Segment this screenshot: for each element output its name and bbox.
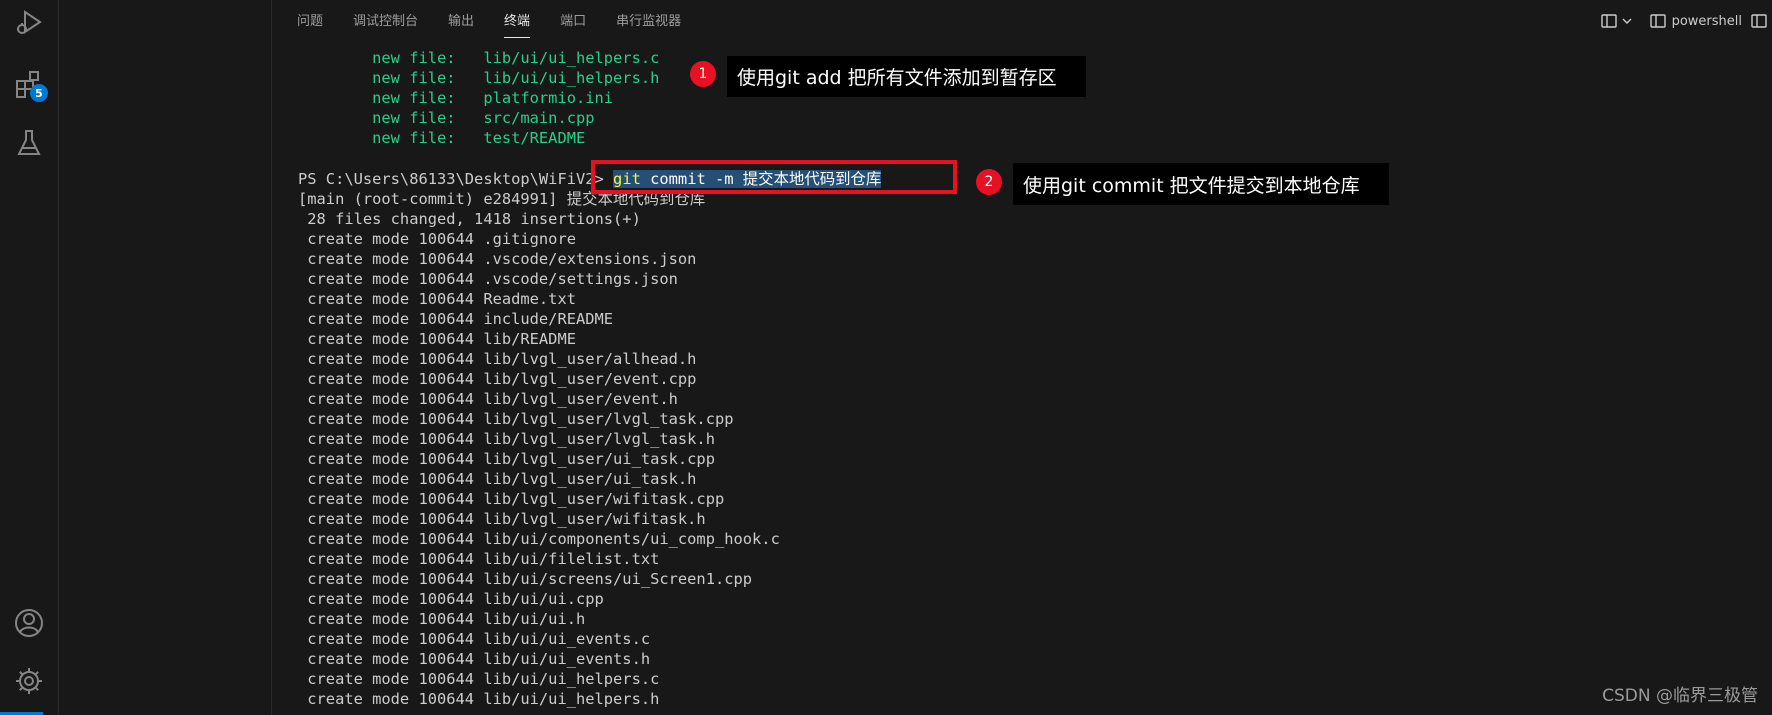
terminal-line: create mode 100644 lib/lvgl_user/lvgl_ta… bbox=[298, 430, 715, 448]
split-layout-icon bbox=[1600, 14, 1617, 28]
terminal-line: create mode 100644 lib/ui/ui_helpers.c bbox=[298, 670, 660, 688]
sidebar bbox=[59, 0, 272, 715]
terminal-line: create mode 100644 lib/lvgl_user/event.c… bbox=[298, 370, 697, 388]
terminal-line: create mode 100644 .vscode/extensions.js… bbox=[298, 250, 697, 268]
activity-bar: 5 bbox=[0, 0, 59, 715]
panel-layout-icon bbox=[1751, 14, 1767, 28]
terminal-prompt: PS C:\Users\86133\Desktop\WiFiV2> bbox=[298, 170, 614, 188]
tab-debug-console[interactable]: 调试控制台 bbox=[353, 0, 418, 42]
terminal-layout-icon bbox=[1649, 14, 1666, 28]
terminal-line: create mode 100644 .vscode/settings.json bbox=[298, 270, 678, 288]
testing-flask-icon[interactable] bbox=[12, 126, 46, 160]
terminal-line: create mode 100644 lib/README bbox=[298, 330, 576, 348]
step-2-callout: 使用git commit 把文件提交到本地仓库 bbox=[1013, 163, 1389, 205]
tab-terminal[interactable]: 终端 bbox=[504, 0, 531, 42]
terminal-instance-powershell[interactable]: powershell bbox=[1649, 12, 1742, 30]
run-debug-icon[interactable] bbox=[12, 6, 46, 40]
terminal-output[interactable]: new file: lib/ui/ui_helpers.c new file: … bbox=[298, 48, 1738, 709]
terminal-line: create mode 100644 lib/ui/ui_events.h bbox=[298, 650, 651, 668]
account-icon[interactable] bbox=[12, 606, 46, 640]
terminal-line: create mode 100644 lib/ui/components/ui_… bbox=[298, 530, 780, 548]
tab-ports[interactable]: 端口 bbox=[560, 0, 586, 42]
step-2-marker: 2 bbox=[976, 169, 1002, 195]
chevron-down-icon bbox=[1622, 18, 1632, 24]
toggle-panel-button[interactable] bbox=[1750, 12, 1768, 30]
terminal-line: create mode 100644 lib/ui/ui_events.c bbox=[298, 630, 651, 648]
terminal-line: create mode 100644 lib/ui/ui.cpp bbox=[298, 590, 604, 608]
settings-gear-icon[interactable] bbox=[12, 664, 46, 698]
command-highlight-box bbox=[591, 160, 957, 194]
terminal-line: 28 files changed, 1418 insertions(+) bbox=[298, 210, 641, 228]
watermark: CSDN @临界三极管 bbox=[1602, 686, 1758, 706]
terminal-line: create mode 100644 lib/lvgl_user/ui_task… bbox=[298, 450, 715, 468]
terminal-line: create mode 100644 lib/lvgl_user/wifitas… bbox=[298, 510, 706, 528]
tab-serial-monitor[interactable]: 串行监视器 bbox=[616, 0, 681, 42]
step-1-marker: 1 bbox=[690, 61, 716, 87]
terminal-line: new file: test/README bbox=[298, 129, 586, 147]
panel-actions: powershell bbox=[1590, 0, 1772, 42]
terminal-line: new file: src/main.cpp bbox=[298, 109, 595, 127]
terminal-panel: 问题 调试控制台 输出 终端 端口 串行监视器 powershell new f… bbox=[272, 0, 1772, 715]
terminal-line: create mode 100644 lib/lvgl_user/ui_task… bbox=[298, 470, 697, 488]
panel-tabs: 问题 调试控制台 输出 终端 端口 串行监视器 bbox=[297, 0, 711, 42]
step-1-callout: 使用git add 把所有文件添加到暂存区 bbox=[727, 56, 1086, 97]
terminal-line: create mode 100644 lib/ui/ui.h bbox=[298, 610, 586, 628]
tab-problems[interactable]: 问题 bbox=[297, 0, 323, 42]
terminal-line: create mode 100644 lib/lvgl_user/event.h bbox=[298, 390, 678, 408]
terminal-line: create mode 100644 include/README bbox=[298, 310, 614, 328]
terminal-line: create mode 100644 Readme.txt bbox=[298, 290, 576, 308]
terminal-line: create mode 100644 lib/lvgl_user/lvgl_ta… bbox=[298, 410, 734, 428]
terminal-line: create mode 100644 .gitignore bbox=[298, 230, 576, 248]
terminal-line: create mode 100644 lib/ui/screens/ui_Scr… bbox=[298, 570, 753, 588]
tab-output[interactable]: 输出 bbox=[448, 0, 474, 42]
terminal-line: create mode 100644 lib/ui/ui_helpers.h bbox=[298, 690, 660, 708]
terminal-line: create mode 100644 lib/lvgl_user/wifitas… bbox=[298, 490, 725, 508]
terminal-line: create mode 100644 lib/ui/filelist.txt bbox=[298, 550, 660, 568]
shell-name: powershell bbox=[1671, 13, 1742, 29]
terminal-line: create mode 100644 lib/lvgl_user/allhead… bbox=[298, 350, 697, 368]
extensions-badge: 5 bbox=[30, 84, 48, 102]
split-terminal-button[interactable] bbox=[1600, 12, 1633, 30]
